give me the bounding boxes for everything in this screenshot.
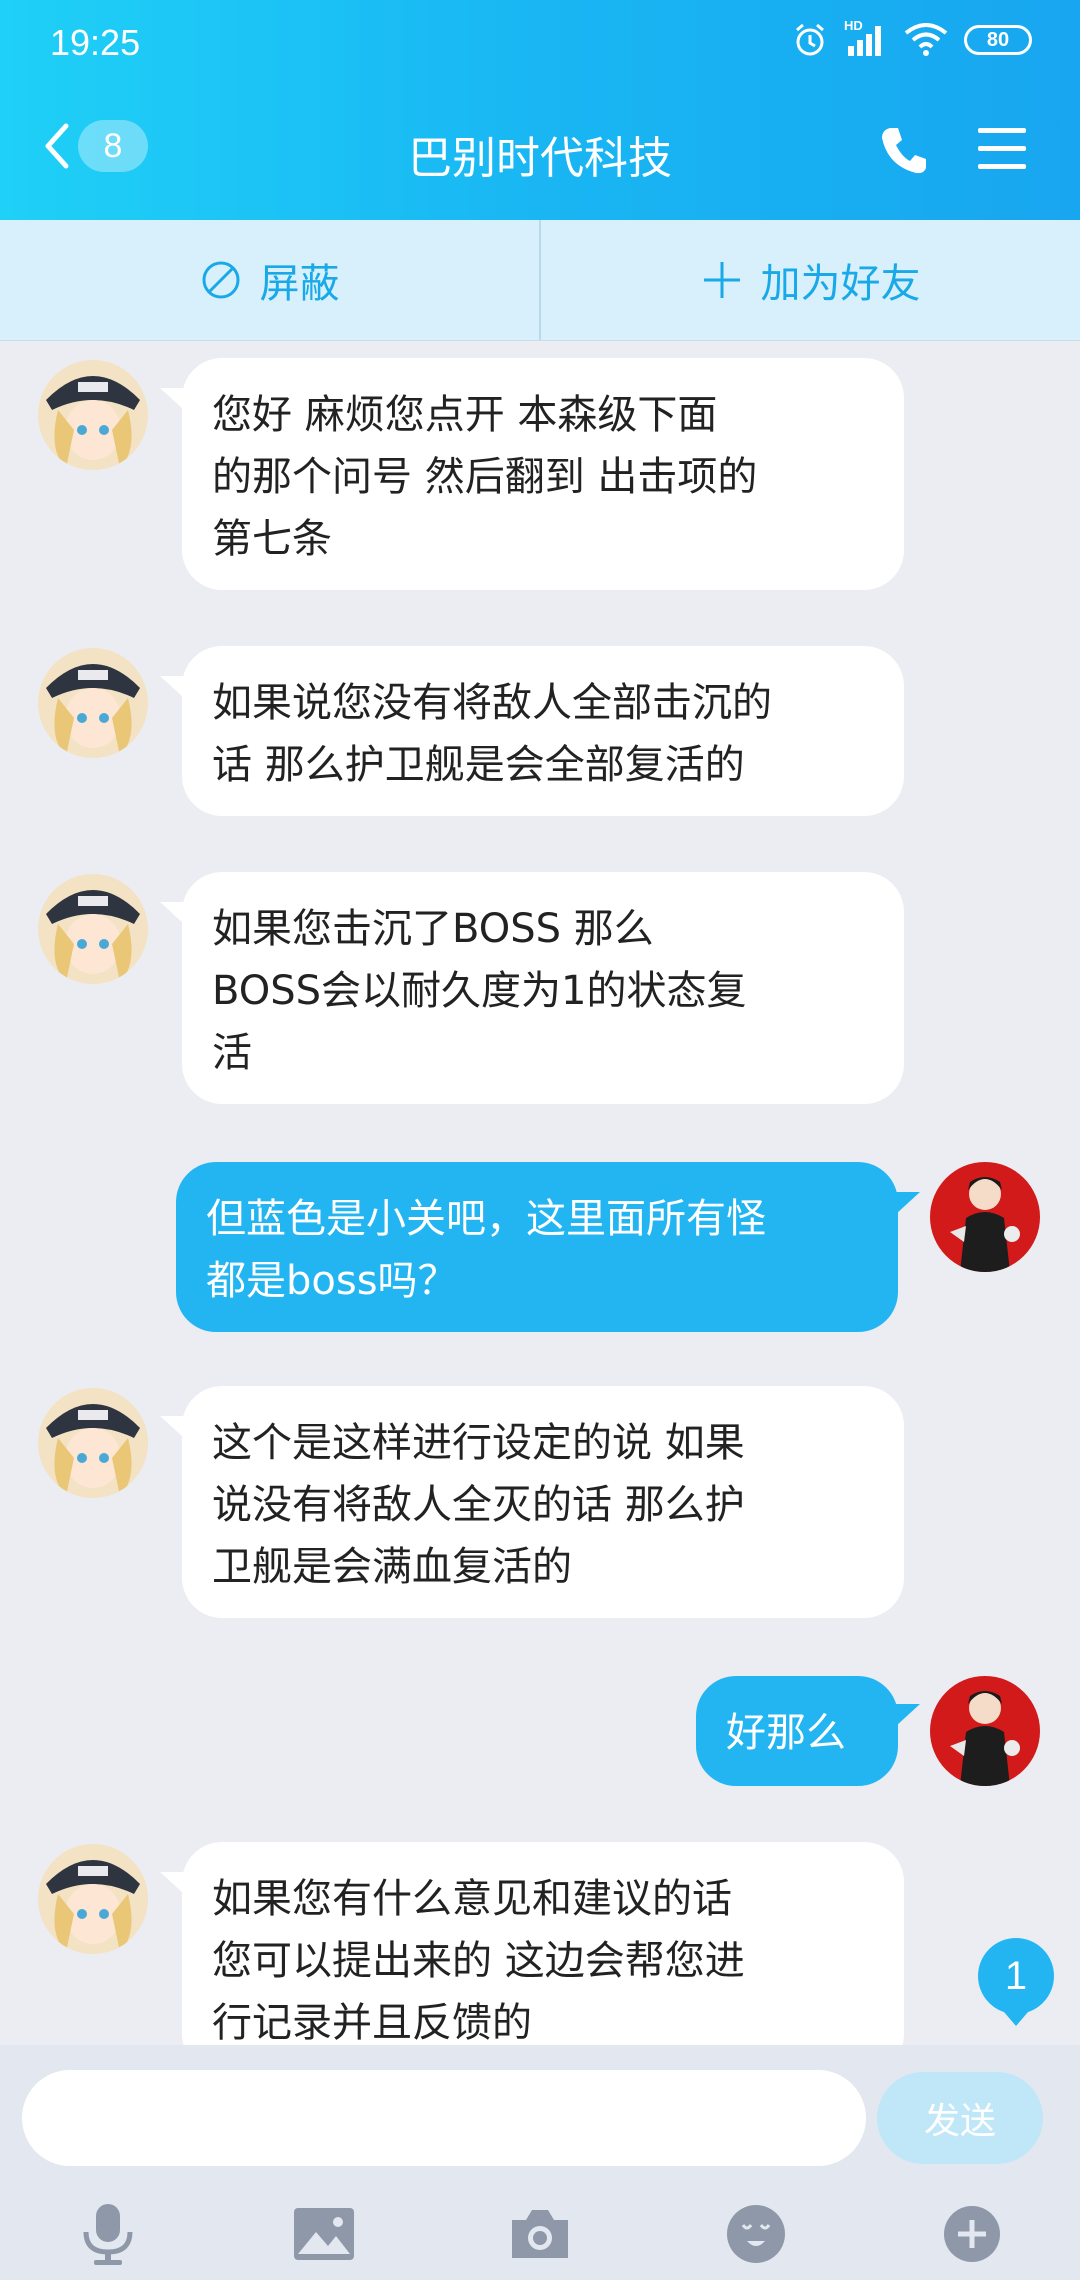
network-type: HD	[844, 18, 863, 33]
send-button[interactable]: 发送	[877, 2072, 1043, 2164]
incoming-message[interactable]: 这个是这样进行设定的说 如果 说没有将敌人全灭的话 那么护 卫舰是会满血复活的	[182, 1386, 904, 1618]
outgoing-message[interactable]: 但蓝色是小关吧，这里面所有怪 都是boss吗？	[176, 1162, 898, 1332]
bubble-tail	[896, 1192, 920, 1214]
block-button[interactable]: 屏蔽	[0, 220, 539, 340]
voice-button[interactable]	[72, 2198, 144, 2270]
phone-icon	[882, 128, 926, 174]
call-button[interactable]	[878, 124, 930, 180]
wifi-icon	[904, 23, 948, 56]
stranger-action-bar: 屏蔽 加为好友	[0, 220, 1080, 341]
bubble-tail	[160, 676, 184, 698]
add-friend-button[interactable]: 加为好友	[541, 220, 1080, 340]
bubble-tail	[160, 1416, 184, 1438]
plus-icon	[703, 262, 740, 298]
camera-icon	[512, 2210, 568, 2258]
message-input[interactable]	[22, 2070, 866, 2166]
more-button[interactable]	[936, 2198, 1008, 2270]
bubble-tail	[896, 1704, 920, 1726]
camera-button[interactable]	[504, 2198, 576, 2270]
block-label: 屏蔽	[259, 261, 340, 307]
contact-avatar[interactable]	[38, 1844, 148, 1954]
incoming-message[interactable]: 如果您击沉了BOSS 那么 BOSS会以耐久度为1的状态复 活	[182, 872, 904, 1104]
contact-avatar[interactable]	[38, 648, 148, 758]
contact-avatar[interactable]	[38, 874, 148, 984]
alarm-icon	[796, 23, 824, 56]
message-list[interactable]: 您好 麻烦您点开 本森级下面 的那个问号 然后翻到 出击项的 第七条 如果说您没…	[0, 340, 1080, 2045]
app-header: 19:25 HD 80 8 巴别时代科技	[0, 0, 1080, 220]
contact-avatar[interactable]	[38, 360, 148, 470]
add-friend-label: 加为好友	[760, 261, 921, 307]
composer-toolbar	[0, 2190, 1080, 2280]
outgoing-message[interactable]: 好那么	[696, 1676, 898, 1786]
image-icon	[294, 2208, 354, 2260]
status-icons: HD 80	[792, 18, 1032, 58]
bubble-tail	[160, 388, 184, 410]
incoming-message[interactable]: 如果您有什么意见和建议的话 您可以提出来的 这边会帮您进 行记录并且反馈的	[182, 1842, 904, 2045]
new-message-badge[interactable]: 1	[978, 1938, 1054, 2026]
emoji-icon	[727, 2205, 785, 2263]
battery-indicator: 80	[964, 25, 1032, 55]
bubble-tail	[160, 902, 184, 924]
bubble-tail	[160, 1872, 184, 1894]
hamburger-menu-icon	[978, 128, 1026, 169]
plus-circle-icon	[944, 2206, 1000, 2262]
incoming-message[interactable]: 您好 麻烦您点开 本森级下面 的那个问号 然后翻到 出击项的 第七条	[182, 358, 904, 590]
emoji-button[interactable]	[720, 2198, 792, 2270]
incoming-message[interactable]: 如果说您没有将敌人全部击沉的 话 那么护卫舰是会全部复活的	[182, 646, 904, 816]
photo-button[interactable]	[288, 2198, 360, 2270]
status-time: 19:25	[50, 22, 141, 63]
microphone-icon	[83, 2204, 133, 2265]
my-avatar[interactable]	[930, 1676, 1040, 1786]
contact-avatar[interactable]	[38, 1388, 148, 1498]
block-icon	[202, 261, 239, 299]
signal-icon: HD	[844, 18, 888, 58]
my-avatar[interactable]	[930, 1162, 1040, 1272]
composer: 发送	[0, 2045, 1080, 2280]
menu-button[interactable]	[976, 124, 1028, 176]
